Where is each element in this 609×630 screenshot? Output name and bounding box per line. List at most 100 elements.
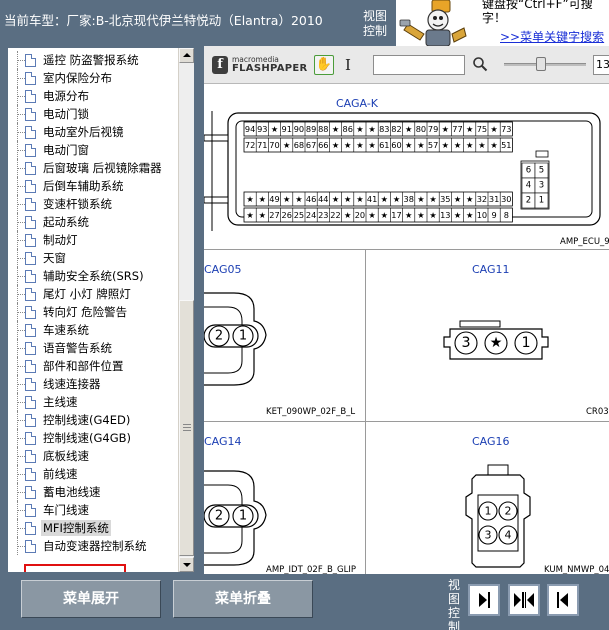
tree-item-label: 尾灯 小灯 牌照灯 xyxy=(43,287,131,301)
cag11-pins: 3 ★ 1 xyxy=(454,331,538,355)
tree-item-label: 转向灯 危险警告 xyxy=(43,305,128,319)
hand-tool-button[interactable]: ✋ xyxy=(314,55,334,75)
pin-label: ★ xyxy=(466,140,473,150)
pin-label: 44 xyxy=(318,194,328,204)
tree-item-label: 控制线速(G4GB) xyxy=(43,431,132,445)
document-icon xyxy=(25,198,36,211)
scroll-down-button[interactable] xyxy=(179,557,194,572)
tree-item[interactable]: 控制线速(G4ED) xyxy=(8,411,178,429)
find-input[interactable] xyxy=(373,55,465,75)
pin-label: 9 xyxy=(491,210,496,220)
document-icon xyxy=(25,396,36,409)
tree-item[interactable]: 电动室外后视镜 xyxy=(8,123,178,141)
document-icon xyxy=(25,72,36,85)
zoom-slider-thumb[interactable] xyxy=(536,57,546,71)
tree-item[interactable]: 辅助安全系统(SRS) xyxy=(8,267,178,285)
grip-icon xyxy=(183,424,191,431)
tree-connector-line xyxy=(18,438,25,439)
document-icon xyxy=(25,126,36,139)
split-view-button[interactable] xyxy=(508,584,540,616)
pin-label: ★ xyxy=(368,140,375,150)
collapse-menu-button[interactable]: 菜单折叠 xyxy=(173,580,313,618)
hand-icon: ✋ xyxy=(315,57,333,72)
document-icon xyxy=(25,144,36,157)
tree-item[interactable]: 部件和部件位置 xyxy=(8,357,178,375)
tree-item[interactable]: 线速连接器 xyxy=(8,375,178,393)
hide-sidebar-button[interactable] xyxy=(547,584,579,616)
tree-item-label: 车门线速 xyxy=(43,503,89,517)
arrow-up-icon xyxy=(183,53,191,57)
tree-item[interactable]: 电动门锁 xyxy=(8,105,178,123)
zoom-level-field[interactable]: 130 xyxy=(593,55,609,75)
connector-latch xyxy=(204,134,229,142)
tree-item[interactable]: 主线速 xyxy=(8,393,178,411)
flashpaper-logo-icon: f xyxy=(212,56,228,74)
tree-item[interactable]: 天窗 xyxy=(8,249,178,267)
tree-item-label: 电动室外后视镜 xyxy=(43,125,124,139)
tree-connector-line xyxy=(18,492,25,493)
tree-item[interactable]: 遥控 防盗警报系统 xyxy=(8,51,178,69)
pin-label: 6 xyxy=(526,166,531,176)
tree-item[interactable]: 制动灯 xyxy=(8,231,178,249)
tree-item[interactable]: 起动系统 xyxy=(8,213,178,231)
tree-item[interactable]: 底板线速 xyxy=(8,447,178,465)
tree-item[interactable]: 变速杆锁系统 xyxy=(8,195,178,213)
tree-item[interactable]: 蓄电池线速 xyxy=(8,483,178,501)
tree-item[interactable]: 转向灯 危险警告 xyxy=(8,303,178,321)
scroll-thumb[interactable] xyxy=(179,300,194,556)
pin-label: 71 xyxy=(257,140,267,150)
tree-connector-line xyxy=(18,204,25,205)
view-control-toggle[interactable]: 视图控制 xyxy=(358,9,392,39)
tree-item[interactable]: 尾灯 小灯 牌照灯 xyxy=(8,285,178,303)
tree-item[interactable]: 后倒车辅助系统 xyxy=(8,177,178,195)
tree-item-label: 控制线速(G4ED) xyxy=(43,413,131,427)
tree-connector-line xyxy=(18,222,25,223)
cag16-title: CAG16 xyxy=(472,435,510,448)
tree-item[interactable]: 电源分布 xyxy=(8,87,178,105)
show-sidebar-button[interactable] xyxy=(468,584,500,616)
tree-item-label: 前线速 xyxy=(43,467,78,481)
pin-label: 5 xyxy=(539,166,544,176)
tree-item[interactable]: MFI控制系统 xyxy=(8,519,178,537)
pin-label: 41 xyxy=(367,194,377,204)
document-icon xyxy=(25,54,36,67)
tree-item[interactable]: 前线速 xyxy=(8,465,178,483)
tree-item[interactable]: 室内保险分布 xyxy=(8,69,178,87)
pin-label: ★ xyxy=(466,210,473,220)
document-icon xyxy=(25,270,36,283)
tree-item[interactable]: 语音警告系统 xyxy=(8,339,178,357)
pin-label: ★ xyxy=(478,140,485,150)
scroll-up-button[interactable] xyxy=(179,48,194,63)
main-connector-part-code: AMP_ECU_9 xyxy=(560,237,609,247)
pin-label: 1 xyxy=(521,335,530,351)
cag14-part-code: AMP_IDT_02F_B_GLIP xyxy=(266,565,357,574)
tree-item[interactable]: 控制线速(G4GB) xyxy=(8,429,178,447)
pin-label: 8 xyxy=(504,210,509,220)
pin-label: ★ xyxy=(259,210,266,220)
expand-menu-button[interactable]: 菜单展开 xyxy=(21,580,161,618)
tree-connector-line xyxy=(18,114,25,115)
tree-item[interactable]: 电动门窗 xyxy=(8,141,178,159)
document-icon xyxy=(25,234,36,247)
text-select-tool-button[interactable]: I xyxy=(342,55,354,75)
pin-label: 1 xyxy=(239,509,247,524)
cag16-part-code: KUM_NMWP_04 xyxy=(544,565,609,574)
pin-label: ★ xyxy=(442,140,449,150)
pin-label: 70 xyxy=(269,140,279,150)
tree-item-label: 后窗玻璃 后视镜除霜器 xyxy=(43,161,162,175)
tree-item[interactable]: 后窗玻璃 后视镜除霜器 xyxy=(8,159,178,177)
tree-item[interactable]: 自动变速器控制系统 xyxy=(8,537,178,555)
tree-scrollbar[interactable] xyxy=(178,48,194,572)
tree-item[interactable]: 车速系统 xyxy=(8,321,178,339)
pin-label: ★ xyxy=(332,194,339,204)
search-icon[interactable] xyxy=(472,56,488,72)
document-icon xyxy=(25,432,36,445)
document-icon xyxy=(25,360,36,373)
keyword-search-link[interactable]: >>菜单关键字搜索 xyxy=(500,28,604,45)
pin-label: ★ xyxy=(295,194,302,204)
pin-label: ★ xyxy=(356,124,363,134)
tree-connector-line xyxy=(18,168,25,169)
document-icon xyxy=(25,486,36,499)
tree-item[interactable]: 车门线速 xyxy=(8,501,178,519)
pin-label: 1 xyxy=(539,196,544,206)
